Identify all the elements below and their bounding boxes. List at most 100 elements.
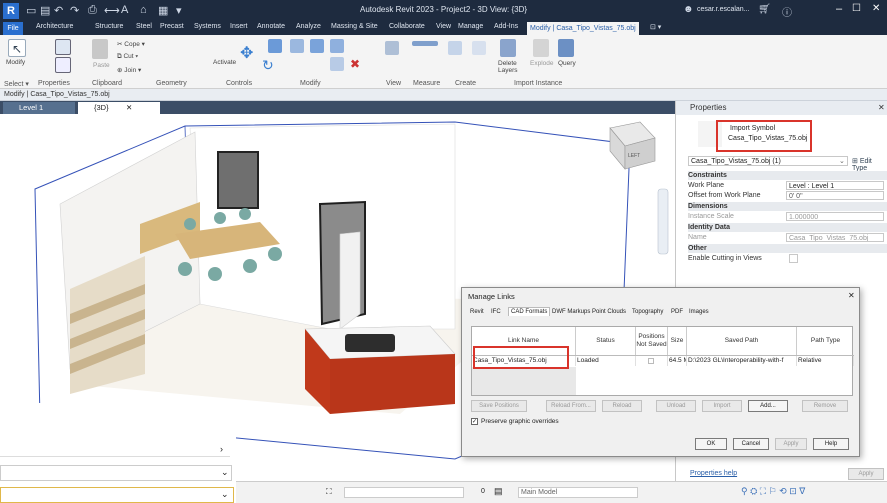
chevron-right-icon[interactable]: ›	[220, 444, 223, 454]
group-dimensions[interactable]: Dimensions	[688, 202, 887, 211]
array-icon[interactable]	[330, 57, 344, 71]
panel-select[interactable]: Select ▾	[4, 80, 29, 88]
preserve-overrides-checkbox[interactable]: ✓	[471, 418, 478, 425]
tab-3d-view[interactable]: {3D} ✕	[78, 102, 160, 114]
user-name[interactable]: cesar.r.escalan...	[697, 6, 750, 13]
redo-icon[interactable]: ↷	[70, 4, 79, 17]
join-label[interactable]: ⊕ Join ▾	[117, 66, 141, 74]
create-assembly-icon[interactable]	[472, 41, 486, 55]
import-button[interactable]: Import	[702, 400, 742, 412]
cell-positions-checkbox[interactable]	[636, 356, 668, 366]
move-icon[interactable]: ✥	[240, 43, 254, 62]
mirror-icon[interactable]	[310, 39, 324, 53]
measure-tool-icon[interactable]	[412, 41, 438, 46]
open-icon[interactable]: ▭	[26, 4, 36, 17]
work-plane-value[interactable]: Level : Level 1	[786, 181, 884, 190]
delete-icon[interactable]: ✖	[350, 57, 364, 71]
reload-from-button[interactable]: Reload From...	[546, 400, 596, 412]
dialog-tab-dwf-markups[interactable]: DWF Markups	[552, 309, 590, 315]
instance-selector[interactable]: Casa_Tipo_Vistas_75.obj (1) ⌄	[688, 156, 848, 166]
type-properties-icon[interactable]	[55, 39, 71, 55]
enable-cutting-checkbox[interactable]	[789, 254, 798, 263]
tab-precast[interactable]: Precast	[160, 23, 184, 30]
design-option-icon[interactable]: ▤	[494, 486, 503, 497]
switch-windows-icon[interactable]: ▦	[158, 4, 168, 17]
explode-icon[interactable]	[533, 39, 549, 57]
help-icon[interactable]: ⓘ	[782, 4, 792, 19]
properties-help-link[interactable]: Properties help	[690, 470, 737, 477]
close-button[interactable]: ✕	[872, 3, 880, 14]
edit-type-button[interactable]: ⊞ Edit Type	[852, 157, 887, 172]
revit-logo-icon[interactable]: R	[3, 3, 19, 19]
explode-label[interactable]: Explode	[530, 60, 554, 67]
minimize-button[interactable]: –	[836, 3, 842, 15]
tab-file[interactable]: File	[3, 22, 23, 35]
tab-view[interactable]: View	[436, 23, 451, 30]
create-group-icon[interactable]	[448, 41, 462, 55]
tab-insert[interactable]: Insert	[230, 23, 248, 30]
reload-button[interactable]: Reload	[602, 400, 642, 412]
print-icon[interactable]: ⎙	[88, 4, 97, 17]
cart-icon[interactable]: 🛒︎	[758, 4, 771, 15]
save-icon[interactable]: ▤	[40, 4, 50, 17]
tab-annotate[interactable]: Annotate	[257, 23, 285, 30]
dialog-tab-images[interactable]: Images	[689, 309, 709, 315]
trim-icon[interactable]	[330, 39, 344, 53]
measure-icon[interactable]: ⟷	[104, 4, 120, 17]
dialog-tab-point-clouds[interactable]: Point Clouds	[592, 309, 626, 315]
delete-layers-label[interactable]: Delete Layers	[498, 60, 526, 74]
browser-row-1[interactable]: ›	[0, 443, 230, 457]
properties-apply-button[interactable]: Apply	[848, 468, 884, 480]
apply-button[interactable]: Apply	[775, 438, 807, 450]
modify-arrow-icon[interactable]: ↖	[8, 39, 26, 57]
column-size[interactable]: Size	[668, 327, 687, 355]
undo-icon[interactable]: ↶	[54, 4, 63, 17]
tab-massing-site[interactable]: Massing & Site	[331, 23, 378, 30]
browser-dropdown-1[interactable]: ⌄	[0, 465, 232, 481]
tab-collaborate[interactable]: Collaborate	[389, 23, 425, 30]
query-label[interactable]: Query	[558, 60, 576, 67]
3d-view-icon[interactable]: ⌂	[140, 4, 147, 16]
tab-structure[interactable]: Structure	[95, 23, 123, 30]
tab-modify-contextual[interactable]: Modify | Casa_Tipo_Vistas_75.obj	[527, 22, 639, 35]
save-positions-button[interactable]: Save Positions	[471, 400, 527, 412]
align-icon[interactable]	[268, 39, 282, 53]
workset-icon[interactable]: ⛶	[326, 487, 332, 497]
tab-steel[interactable]: Steel	[136, 23, 152, 30]
text-icon[interactable]: A	[121, 4, 128, 16]
cancel-button[interactable]: Cancel	[733, 438, 769, 450]
column-saved-path[interactable]: Saved Path	[687, 327, 797, 355]
dialog-tab-topography[interactable]: Topography	[632, 309, 663, 315]
dialog-tab-ifc[interactable]: IFC	[491, 309, 501, 315]
tab-architecture[interactable]: Architecture	[36, 23, 73, 30]
selection-filter-icons[interactable]: ⚲ ⛭ ⛶ ⚐ ⟲ ⊡ ∇	[741, 486, 805, 497]
properties-icon[interactable]	[55, 57, 71, 73]
account-icon[interactable]: ☻	[683, 4, 694, 15]
tab-analyze[interactable]: Analyze	[296, 23, 321, 30]
paste-icon[interactable]	[92, 39, 108, 59]
tab-level-1[interactable]: Level 1	[3, 102, 75, 114]
remove-button[interactable]: Remove	[802, 400, 848, 412]
query-icon[interactable]	[558, 39, 574, 57]
workset-field[interactable]	[344, 487, 464, 498]
group-identity-data[interactable]: Identity Data	[688, 223, 887, 232]
dialog-close-button[interactable]: ✕	[848, 291, 855, 300]
unload-button[interactable]: Unload	[656, 400, 696, 412]
design-option-field[interactable]: Main Model	[518, 487, 638, 498]
column-status[interactable]: Status	[576, 327, 636, 355]
tab-add-ins[interactable]: Add-Ins	[494, 23, 518, 30]
cut-label[interactable]: ⧉ Cut ▾	[117, 53, 138, 61]
modify-button-label[interactable]: Modify	[6, 59, 25, 66]
dialog-tab-cad-formats[interactable]: CAD Formats	[508, 307, 551, 316]
cope-label[interactable]: ✂ Cope ▾	[117, 40, 145, 48]
tab-manage[interactable]: Manage	[458, 23, 483, 30]
dialog-tab-revit[interactable]: Revit	[470, 309, 484, 315]
activate-label[interactable]: Activate	[213, 59, 236, 66]
customize-icon[interactable]: ▾	[176, 4, 182, 17]
column-path-type[interactable]: Path Type	[797, 327, 854, 355]
properties-close-icon[interactable]: ✕	[878, 101, 885, 115]
offset-icon[interactable]	[290, 39, 304, 53]
viewcube[interactable]	[609, 121, 656, 170]
dialog-tab-pdf[interactable]: PDF	[671, 309, 683, 315]
paste-label[interactable]: Paste	[93, 62, 110, 69]
